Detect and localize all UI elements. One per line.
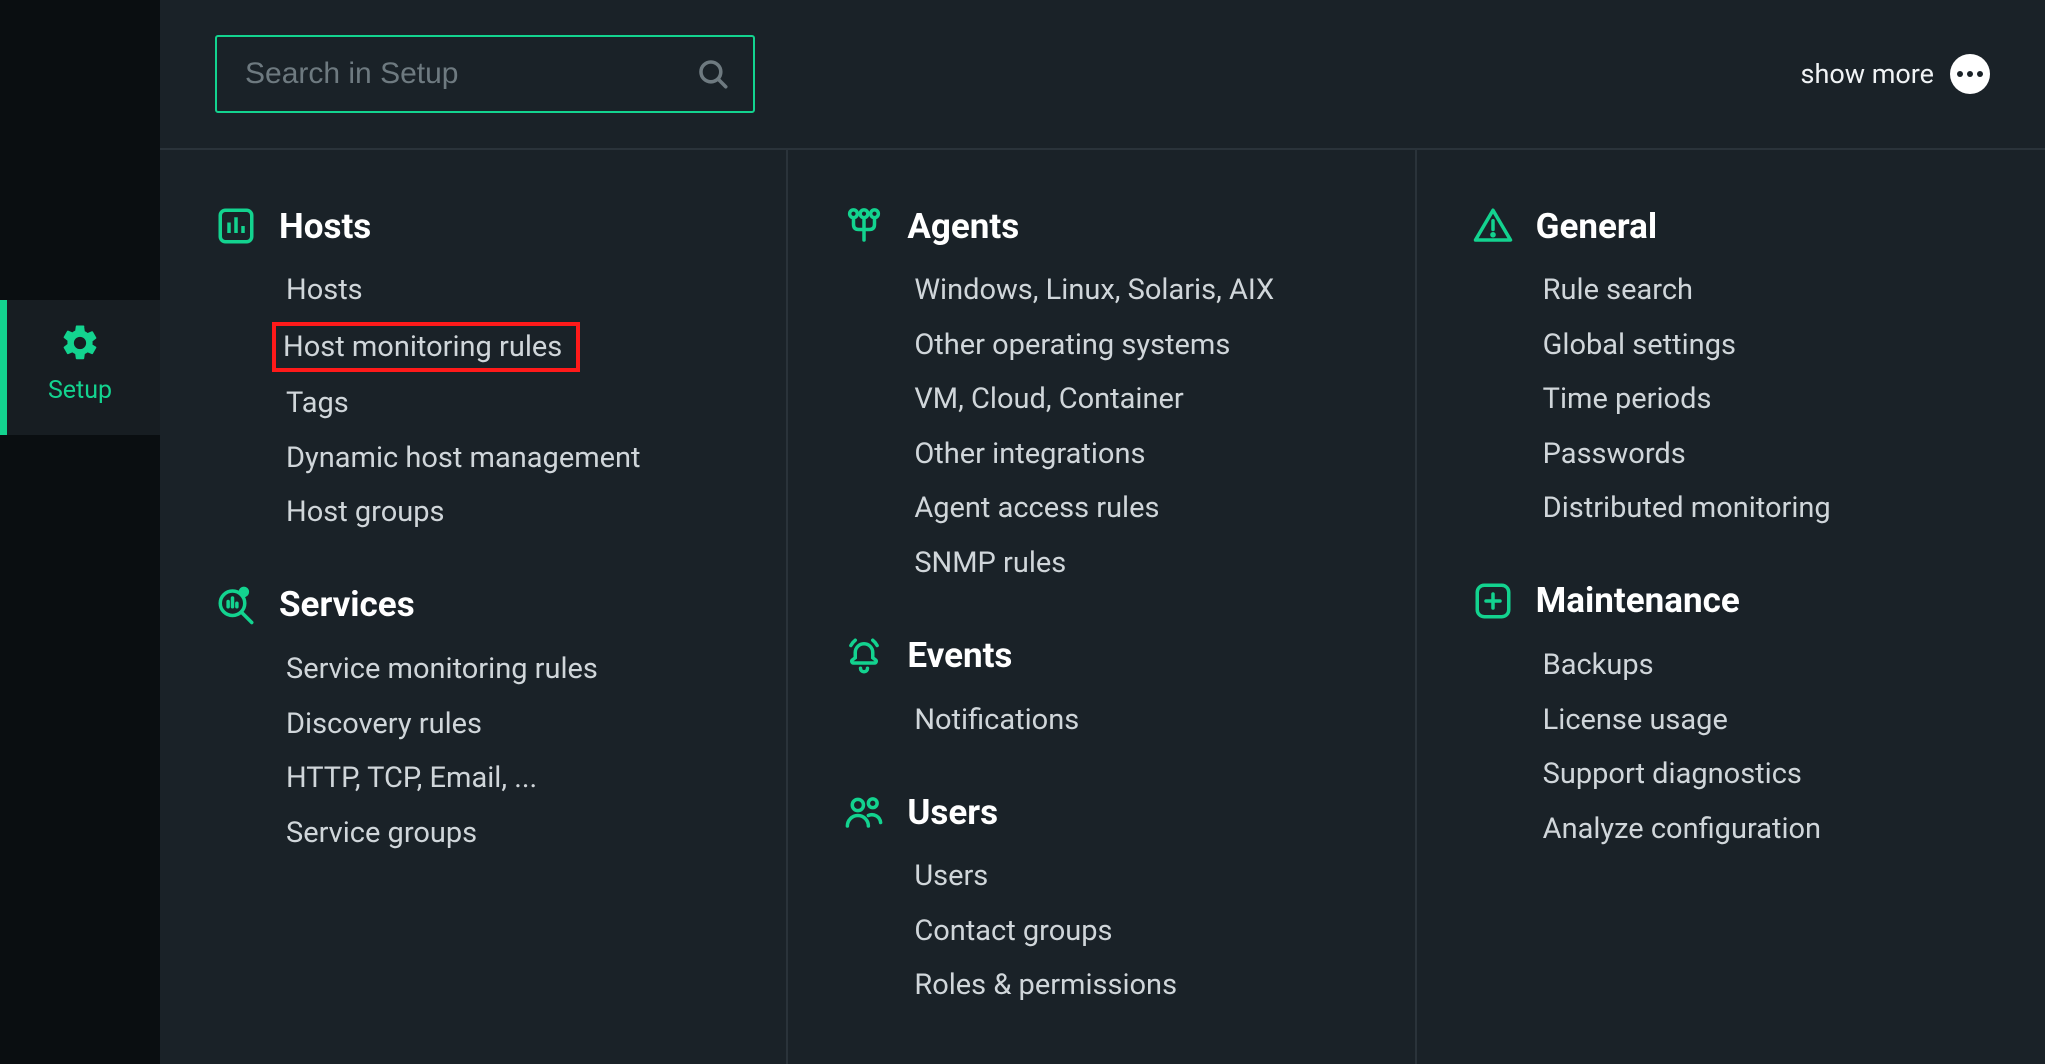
column-3: General Rule search Global settings Time… bbox=[1417, 150, 2045, 1064]
link-roles-permissions[interactable]: Roles & permissions bbox=[907, 964, 1184, 1007]
link-notifications[interactable]: Notifications bbox=[907, 699, 1086, 742]
section-title: Services bbox=[279, 584, 415, 625]
section-header-agents[interactable]: Agents bbox=[843, 205, 1359, 247]
link-windows-linux-solaris-aix[interactable]: Windows, Linux, Solaris, AIX bbox=[907, 269, 1281, 312]
link-snmp-rules[interactable]: SNMP rules bbox=[907, 542, 1073, 585]
link-tags[interactable]: Tags bbox=[279, 382, 356, 425]
link-other-integrations[interactable]: Other integrations bbox=[907, 433, 1152, 476]
section-title: Hosts bbox=[279, 206, 371, 247]
link-time-periods[interactable]: Time periods bbox=[1536, 378, 1719, 421]
section-header-events[interactable]: Events bbox=[843, 635, 1359, 677]
section-hosts: Hosts Hosts Host monitoring rules Tags D… bbox=[215, 205, 731, 534]
link-contact-groups[interactable]: Contact groups bbox=[907, 910, 1119, 953]
nav-rail-setup[interactable]: Setup bbox=[0, 300, 160, 435]
link-host-monitoring-rules[interactable]: Host monitoring rules bbox=[272, 322, 580, 373]
warning-triangle-icon bbox=[1472, 205, 1514, 247]
bar-chart-icon bbox=[215, 205, 257, 247]
link-service-monitoring-rules[interactable]: Service monitoring rules bbox=[279, 648, 605, 691]
column-2: Agents Windows, Linux, Solaris, AIX Othe… bbox=[788, 150, 1416, 1064]
gear-icon bbox=[59, 322, 101, 364]
main-panel: show more Hosts bbox=[160, 0, 2045, 1064]
setup-columns: Hosts Hosts Host monitoring rules Tags D… bbox=[160, 150, 2045, 1064]
section-title: Events bbox=[907, 635, 1012, 676]
nav-rail: Setup bbox=[0, 0, 160, 1064]
section-header-hosts[interactable]: Hosts bbox=[215, 205, 731, 247]
link-backups[interactable]: Backups bbox=[1536, 644, 1661, 687]
section-header-users[interactable]: Users bbox=[843, 791, 1359, 833]
link-discovery-rules[interactable]: Discovery rules bbox=[279, 703, 489, 746]
show-more-button[interactable]: show more bbox=[1801, 54, 1990, 94]
section-general: General Rule search Global settings Time… bbox=[1472, 205, 1990, 530]
column-1: Hosts Hosts Host monitoring rules Tags D… bbox=[160, 150, 788, 1064]
section-events: Events Notifications bbox=[843, 635, 1359, 742]
link-passwords[interactable]: Passwords bbox=[1536, 433, 1693, 476]
link-host-groups[interactable]: Host groups bbox=[279, 491, 451, 534]
section-title: Agents bbox=[907, 206, 1019, 247]
plus-square-icon bbox=[1472, 580, 1514, 622]
bell-icon bbox=[843, 635, 885, 677]
section-users: Users Users Contact groups Roles & permi… bbox=[843, 791, 1359, 1007]
section-header-services[interactable]: Services bbox=[215, 584, 731, 626]
section-header-maintenance[interactable]: Maintenance bbox=[1472, 580, 1990, 622]
section-maintenance: Maintenance Backups License usage Suppor… bbox=[1472, 580, 1990, 850]
link-agent-access-rules[interactable]: Agent access rules bbox=[907, 487, 1166, 530]
link-hosts[interactable]: Hosts bbox=[279, 269, 370, 312]
link-rule-search[interactable]: Rule search bbox=[1536, 269, 1700, 312]
header: show more bbox=[160, 0, 2045, 150]
link-dynamic-host-management[interactable]: Dynamic host management bbox=[279, 437, 648, 480]
search-wrap bbox=[215, 35, 755, 113]
nav-rail-setup-label: Setup bbox=[48, 376, 112, 405]
section-agents: Agents Windows, Linux, Solaris, AIX Othe… bbox=[843, 205, 1359, 585]
search-icon[interactable] bbox=[696, 57, 730, 91]
network-branch-icon bbox=[843, 205, 885, 247]
link-global-settings[interactable]: Global settings bbox=[1536, 324, 1743, 367]
link-distributed-monitoring[interactable]: Distributed monitoring bbox=[1536, 487, 1838, 530]
link-analyze-configuration[interactable]: Analyze configuration bbox=[1536, 808, 1828, 851]
link-service-groups[interactable]: Service groups bbox=[279, 812, 484, 855]
section-services: Services Service monitoring rules Discov… bbox=[215, 584, 731, 854]
users-icon bbox=[843, 791, 885, 833]
link-http-tcp-email[interactable]: HTTP, TCP, Email, ... bbox=[279, 757, 544, 800]
search-input[interactable] bbox=[215, 35, 755, 113]
ellipsis-icon bbox=[1950, 54, 1990, 94]
section-header-general[interactable]: General bbox=[1472, 205, 1990, 247]
section-title: Maintenance bbox=[1536, 580, 1740, 621]
section-title: General bbox=[1536, 206, 1658, 247]
magnify-chart-icon bbox=[215, 584, 257, 626]
link-other-operating-systems[interactable]: Other operating systems bbox=[907, 324, 1237, 367]
link-vm-cloud-container[interactable]: VM, Cloud, Container bbox=[907, 378, 1190, 421]
link-support-diagnostics[interactable]: Support diagnostics bbox=[1536, 753, 1809, 796]
link-license-usage[interactable]: License usage bbox=[1536, 699, 1735, 742]
show-more-label: show more bbox=[1801, 58, 1934, 90]
link-users[interactable]: Users bbox=[907, 855, 995, 898]
section-title: Users bbox=[907, 792, 998, 833]
